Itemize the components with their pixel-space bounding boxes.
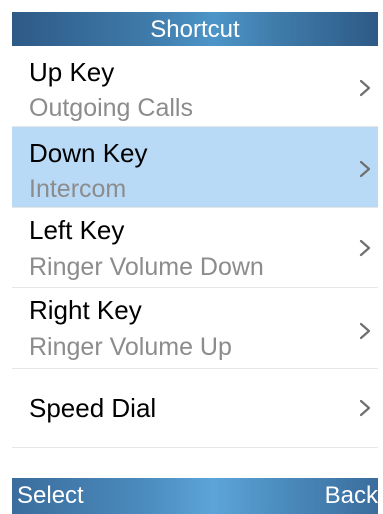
menu-item-right-key[interactable]: Right Key Ringer Volume Up <box>12 288 378 368</box>
page-title: Shortcut <box>150 16 240 43</box>
menu-item-left-key[interactable]: Left Key Ringer Volume Down <box>12 208 378 287</box>
menu-item-title: Speed Dial <box>29 393 157 423</box>
chevron-right-icon <box>359 237 371 259</box>
shortcut-menu: Up Key Outgoing Calls Down Key Intercom … <box>12 46 378 448</box>
chevron-right-icon <box>359 158 371 180</box>
menu-item-title: Left Key <box>29 215 125 245</box>
chevron-right-icon <box>359 77 371 99</box>
softkey-bar: Select Back <box>12 448 378 514</box>
menu-item-down-key[interactable]: Down Key Intercom <box>12 127 378 207</box>
back-softkey[interactable]: Back <box>325 478 378 514</box>
chevron-right-icon <box>359 397 371 419</box>
menu-item-value: Outgoing Calls <box>29 94 193 122</box>
menu-item-title: Down Key <box>29 138 148 168</box>
select-softkey[interactable]: Select <box>17 478 84 514</box>
menu-item-value: Ringer Volume Up <box>29 333 232 361</box>
menu-item-up-key[interactable]: Up Key Outgoing Calls <box>12 46 378 126</box>
menu-item-value: Ringer Volume Down <box>29 253 264 281</box>
softkey-background: Select Back <box>12 478 378 514</box>
chevron-right-icon <box>359 320 371 342</box>
menu-item-value: Intercom <box>29 175 127 203</box>
menu-item-title: Up Key <box>29 57 115 87</box>
menu-item-speed-dial[interactable]: Speed Dial <box>12 369 378 448</box>
title-bar: Shortcut <box>12 12 378 46</box>
menu-item-title: Right Key <box>29 295 142 325</box>
